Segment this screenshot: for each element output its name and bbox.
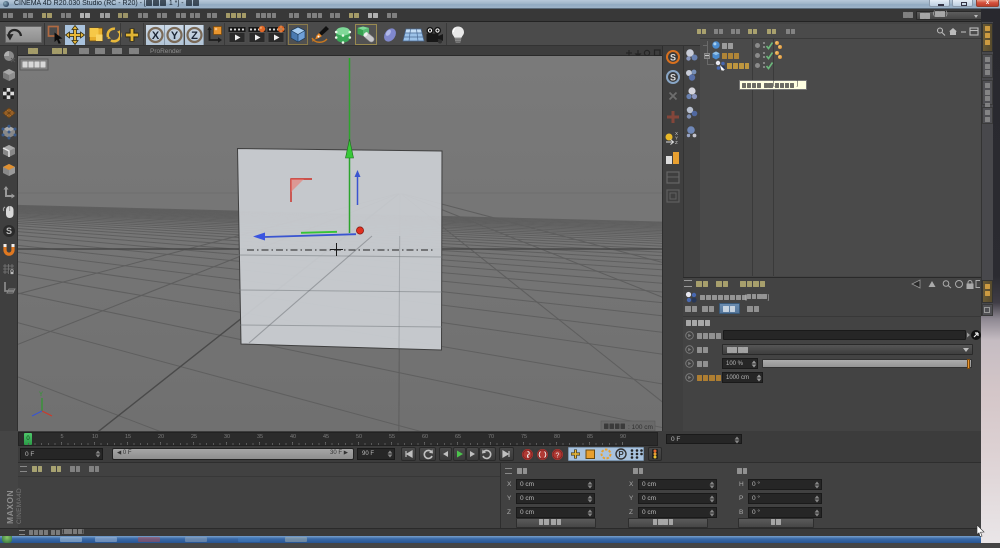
svg-text:: 100 cm: : 100 cm	[628, 424, 653, 431]
svg-text:X: X	[152, 30, 160, 42]
svg-text:Y: Y	[171, 30, 179, 42]
svg-text:?: ?	[556, 453, 560, 460]
svg-text:Z: Z	[191, 30, 198, 42]
svg-text:S: S	[670, 73, 676, 83]
svg-text:S: S	[6, 226, 12, 236]
svg-text:S: S	[670, 53, 676, 63]
svg-text:Y: Y	[39, 392, 43, 398]
svg-text:P: P	[618, 450, 624, 459]
svg-text:Z: Z	[675, 140, 678, 145]
